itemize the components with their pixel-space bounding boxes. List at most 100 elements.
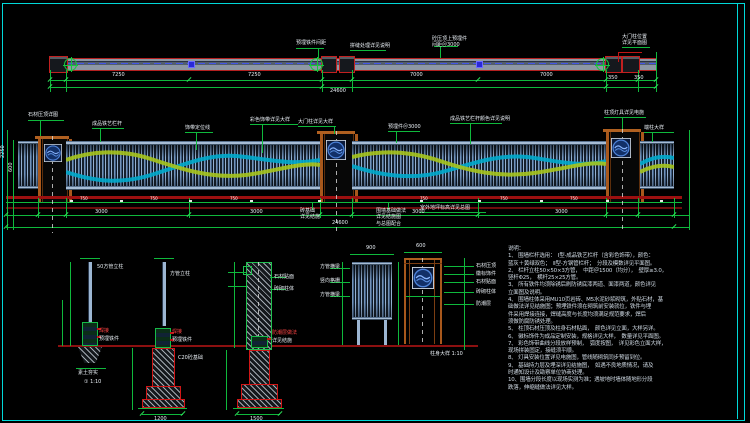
- dim-dot: [120, 200, 123, 202]
- annotation-label: 350: [634, 75, 644, 81]
- note-line: 3、 所有铁件均须除锈后刷防锈底漆两道、面漆两道，颜色详见: [508, 282, 746, 289]
- detail5-cap: [404, 263, 442, 264]
- annotation-label: 徽标饰件: [476, 271, 496, 277]
- annotation-label: 7000: [540, 72, 553, 78]
- leader-line: [470, 124, 471, 144]
- leader-line: [28, 120, 64, 121]
- annotation-label: 石材贴面: [274, 274, 294, 280]
- extension-line: [689, 130, 690, 230]
- post-symbol-circle: [596, 58, 609, 71]
- annotation-label: 750: [80, 196, 88, 201]
- annotation-label: 方管横梁: [320, 264, 340, 270]
- detail2-footing-slab: [142, 399, 185, 408]
- leader-line: [154, 258, 174, 259]
- wave-decoration: [352, 142, 606, 188]
- annotation-label: ① 1:10: [84, 379, 101, 385]
- leader-line: [450, 123, 502, 124]
- detail5-frame: [409, 258, 410, 344]
- extension-line: [13, 140, 14, 230]
- leader-line: [644, 132, 674, 133]
- dim-dot: [606, 200, 609, 202]
- dim-dot: [540, 200, 543, 202]
- leader-line: [604, 117, 646, 118]
- detail-dim-line: [76, 368, 106, 369]
- elevation-dim-chain: [6, 215, 690, 216]
- detail2-footing-column: [152, 348, 175, 388]
- detail4-leg: [384, 320, 387, 345]
- leader-line: [622, 118, 623, 129]
- leader-line: [250, 124, 298, 125]
- detail-dim-line: [70, 262, 71, 346]
- plan-dim-line-2: [50, 87, 656, 88]
- note-line: 蓝灰＋黄绿双色； Ⅱ型-方钢管栏杆； 分段及模数详见平面图。: [508, 261, 746, 268]
- detail-dim-line: [342, 262, 343, 345]
- annotation-label: 石材压顶详图: [28, 112, 58, 118]
- annotation-label: 1200: [154, 416, 167, 422]
- cad-drawing-canvas: 预埋铁件间距拼缝处理详见说明砼压顶上预埋件 间距＠3000大门柱位置 详见平面图…: [0, 0, 750, 423]
- annotation-label: 预埋铁件: [172, 337, 192, 343]
- annotation-label: 防潮层: [476, 301, 491, 307]
- leader-line: [100, 129, 101, 142]
- leader-line: [350, 50, 386, 51]
- annotation-label: 大门柱位置 详见平面图: [622, 34, 647, 47]
- note-line: 础做法详见结施图；预埋铁件须在砌筑前安装就位，铁件与埋: [508, 304, 746, 311]
- detail-dim-line: [237, 414, 280, 415]
- note-line: 跌落，伸缩缝做法详见大样。: [508, 385, 746, 392]
- post-emblem: [326, 140, 346, 160]
- annotation-label: 预埋铁件: [99, 336, 119, 342]
- annotation-label: 350: [608, 75, 618, 81]
- notes-panel: 说明：1、 围墙栏杆选用： Ⅰ型-成品铁艺栏杆（含彩色饰带），颜色：蓝灰＋黄绿双…: [508, 246, 746, 392]
- extension-line: [352, 70, 353, 92]
- note-line: 立面图及说明。: [508, 290, 746, 297]
- detail5-frame: [434, 258, 435, 344]
- detail5-frame: [440, 258, 442, 344]
- extension-line: [50, 70, 51, 92]
- leader-line: [296, 48, 324, 49]
- annotation-label: 600: [8, 162, 14, 172]
- annotation-label: 详见结施: [272, 338, 292, 344]
- detail-dim-line: [404, 252, 442, 253]
- annotation-label: 预埋件＠3000: [388, 124, 421, 130]
- red-leader-line: [618, 52, 619, 62]
- detail-dim-line: [226, 350, 227, 410]
- leader-line: [92, 128, 124, 129]
- grip-point: [476, 61, 483, 68]
- annotation-label: 750: [230, 196, 238, 201]
- annotation-label: 焊接: [172, 329, 182, 335]
- leader-line: [444, 292, 474, 293]
- dim-dot: [478, 200, 481, 202]
- annotation-label: 室外地坪标高详见总图: [420, 205, 470, 211]
- annotation-label: 3000: [95, 209, 108, 215]
- leader-line: [334, 127, 335, 134]
- leader-line: [388, 131, 420, 132]
- dim-dot: [318, 200, 321, 202]
- detail-dim-line: [464, 258, 465, 350]
- detail-dim-line: [234, 262, 235, 348]
- annotation-label: 24600: [332, 220, 348, 226]
- wave-decoration: [66, 142, 320, 188]
- leader-line: [622, 47, 650, 48]
- leader-line: [318, 49, 319, 58]
- annotation-label: 750: [500, 196, 508, 201]
- post-emblem: [44, 144, 62, 162]
- fence-panel-bars: [18, 144, 38, 186]
- fence-bottom-rail: [18, 186, 38, 189]
- annotation-label: 7000: [410, 72, 423, 78]
- leader-line: [444, 282, 474, 283]
- detail4-bars: [352, 265, 392, 317]
- post-emblem: [412, 267, 434, 289]
- note-line: 1、 围墙栏杆选用： Ⅰ型-成品铁艺栏杆（含彩色饰带），颜色：: [508, 253, 746, 260]
- dim-dot: [250, 200, 253, 202]
- dim-dot: [660, 200, 663, 202]
- annotation-label: 7250: [248, 72, 261, 78]
- annotation-label: 24600: [330, 88, 346, 94]
- annotation-label: 600: [416, 243, 426, 249]
- plan-wall-band: [66, 58, 656, 71]
- plan-dim-line-1: [50, 80, 656, 81]
- detail1-post-bar: [88, 262, 92, 322]
- leader-line: [80, 258, 100, 259]
- detail3-dampproof-course: [251, 336, 268, 348]
- grip-point: [188, 61, 195, 68]
- annotation-label: 柱身大样 1:10: [430, 351, 463, 357]
- extension-line: [7, 130, 8, 230]
